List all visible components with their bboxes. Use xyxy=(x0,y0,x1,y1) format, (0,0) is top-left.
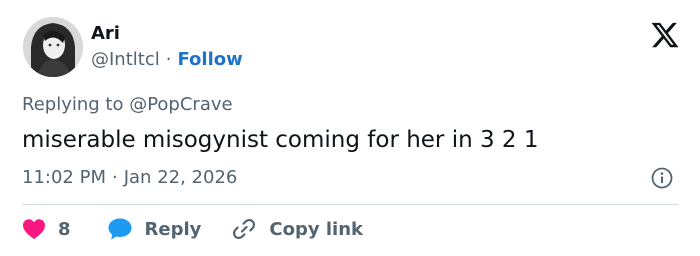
reply-button[interactable]: Reply xyxy=(107,217,202,241)
avatar[interactable] xyxy=(23,17,83,77)
replying-to: Replying to @PopCrave xyxy=(22,94,233,115)
heart-icon xyxy=(22,218,46,240)
copy-link-label: Copy link xyxy=(269,218,363,240)
action-bar: 8 Reply Copy link xyxy=(22,212,363,246)
tweet-time: 11:02 PM xyxy=(22,167,106,188)
like-count: 8 xyxy=(58,218,71,240)
handle-row: @Intltcl · Follow xyxy=(91,48,243,72)
follow-link[interactable]: Follow xyxy=(177,49,242,70)
user-handle[interactable]: @Intltcl xyxy=(91,49,160,70)
link-icon xyxy=(231,216,257,242)
like-button[interactable]: 8 xyxy=(22,218,71,240)
info-icon[interactable] xyxy=(651,167,673,189)
divider xyxy=(22,204,678,205)
speech-bubble-icon xyxy=(107,217,133,241)
separator-dot: · xyxy=(111,167,118,188)
separator-dot: · xyxy=(165,49,172,70)
x-logo-icon[interactable] xyxy=(650,20,680,50)
tweet-text: miserable misogynist coming for her in 3… xyxy=(22,127,539,153)
tweet-date: Jan 22, 2026 xyxy=(123,167,238,188)
reply-label: Reply xyxy=(144,218,202,240)
timestamp[interactable]: 11:02 PM · Jan 22, 2026 xyxy=(22,166,237,190)
display-name[interactable]: Ari xyxy=(91,22,120,46)
tweet-card: Ari @Intltcl · Follow Replying to @PopCrav… xyxy=(0,0,700,256)
copy-link-button[interactable]: Copy link xyxy=(231,216,363,242)
